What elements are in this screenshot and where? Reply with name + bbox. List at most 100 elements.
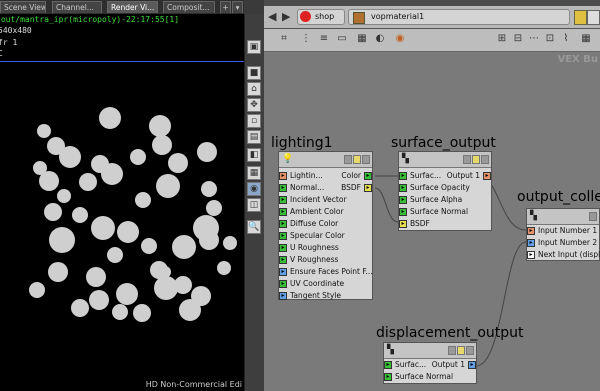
input-port[interactable]: ▸ Specular Color — [279, 230, 372, 242]
render-sphere — [201, 181, 217, 197]
port-connector[interactable]: ▸ — [527, 227, 535, 235]
eye-icon[interactable]: ◉ — [247, 182, 261, 196]
input-port[interactable]: ▸ U Roughness — [279, 242, 372, 254]
render-sphere — [174, 276, 192, 294]
template-flag-icon[interactable] — [472, 155, 480, 164]
render-sphere — [135, 192, 151, 208]
port-label: Color — [341, 171, 361, 180]
port-connector[interactable]: ▸ — [279, 220, 287, 228]
node-displacement-output[interactable]: ▚ ▸ Surfac... ▸ Surface Normal ▸ Output 1 — [383, 342, 477, 384]
render-toolbar: ▣ ■ ⌂ ✥ ▫ ▤ ◧ ▦ ◉ ◫ 🔍 — [244, 14, 264, 391]
tab-channel[interactable]: Channel... — [52, 1, 102, 13]
input-port[interactable]: ▸ Tangent Style — [279, 290, 372, 302]
bypass-flag-icon[interactable] — [589, 212, 597, 221]
render-resolution-label: 540x480 — [0, 26, 32, 35]
grid-icon[interactable]: ▦ — [247, 166, 261, 180]
input-port[interactable]: ▸ Incident Vector — [279, 194, 372, 206]
port-connector[interactable]: ▸ — [399, 184, 407, 192]
tab-render-view[interactable]: Render Vi... — [107, 1, 158, 13]
port-label: Surface Opacity — [410, 183, 470, 192]
node-header: ▚ — [384, 343, 476, 359]
port-connector[interactable]: ▸ — [384, 373, 392, 381]
output-port[interactable]: ▸ Output 1 — [399, 170, 491, 182]
template-flag-icon[interactable] — [353, 155, 361, 164]
snapshot-icon[interactable]: ▤ — [247, 130, 261, 144]
port-connector[interactable]: ▸ — [483, 172, 491, 180]
layers-icon[interactable]: ◫ — [247, 198, 261, 212]
input-port[interactable]: ▸ V Roughness — [279, 254, 372, 266]
zoom-icon[interactable]: 🔍 — [247, 220, 261, 234]
render-sphere — [59, 146, 81, 168]
render-sphere — [79, 173, 97, 191]
input-port[interactable]: ▸ Ensure Faces Point F... — [279, 266, 373, 278]
render-divider — [0, 61, 244, 62]
pane-tab-bar: Scene View Channel... Render Vi... Compo… — [0, 0, 244, 15]
port-connector[interactable]: ▸ — [279, 232, 287, 240]
render-sphere — [86, 267, 106, 287]
node-lighting[interactable]: 💡 ▸ Lightin... ▸ Normal... ▸ Incident Vector ▸… — [278, 151, 373, 300]
node-header: 💡 — [279, 152, 372, 168]
wire-displacement-to-collect — [475, 241, 527, 367]
port-connector[interactable]: ▸ — [468, 361, 476, 369]
render-channel-label: C — [0, 49, 3, 58]
pan-icon[interactable]: ✥ — [247, 98, 261, 112]
home-icon[interactable]: ⌂ — [247, 82, 261, 96]
tab-add-icon[interactable]: + — [220, 1, 231, 13]
input-port[interactable]: ▸ Surface Opacity — [399, 182, 491, 194]
output-port[interactable]: ▸ BSDF — [279, 182, 372, 194]
input-port[interactable]: ▸ Surface Normal — [384, 371, 476, 383]
input-port[interactable]: ▸ BSDF — [399, 218, 491, 230]
output-port[interactable]: ▸ Color — [279, 170, 372, 182]
debug-flag-icon[interactable] — [362, 155, 370, 164]
port-connector[interactable]: ▸ — [279, 196, 287, 204]
port-connector[interactable]: ▸ — [364, 172, 372, 180]
input-port[interactable]: ▸Next Input (displac — [527, 249, 600, 261]
port-connector[interactable]: ▸ — [279, 268, 287, 276]
tab-scene-view[interactable]: Scene View — [0, 1, 46, 13]
input-port[interactable]: ▸ Surface Normal — [399, 206, 491, 218]
render-sphere — [141, 238, 157, 254]
render-sphere — [197, 142, 217, 162]
input-port[interactable]: ▸ Ambient Color — [279, 206, 372, 218]
port-connector[interactable]: ▸ — [399, 196, 407, 204]
bypass-flag-icon[interactable] — [463, 155, 471, 164]
template-flag-icon[interactable] — [457, 346, 465, 355]
input-port[interactable]: ▸ Diffuse Color — [279, 218, 372, 230]
render-sphere — [37, 124, 51, 138]
render-sphere — [99, 107, 121, 129]
render-sphere — [44, 203, 62, 221]
node-output-collect[interactable]: ▚ ▸ Input Number 1 ▸ Input Number 2 ▸ Next In… — [526, 208, 600, 261]
debug-flag-icon[interactable] — [481, 155, 489, 164]
stop-icon[interactable]: ■ — [247, 66, 261, 80]
port-connector[interactable]: ▸ — [364, 184, 372, 192]
port-connector[interactable]: ▸ — [279, 256, 287, 264]
region-icon[interactable]: ▫ — [247, 114, 261, 128]
port-connector[interactable]: ▸ — [279, 292, 287, 300]
port-label: BSDF — [410, 219, 430, 228]
checker-icon: ▚ — [387, 345, 394, 355]
compare-icon[interactable]: ◧ — [247, 148, 261, 162]
port-connector[interactable]: ▸ — [399, 220, 407, 228]
bypass-flag-icon[interactable] — [448, 346, 456, 355]
node-title-surface-output: surface_output — [391, 135, 496, 151]
render-sphere — [152, 135, 172, 155]
port-label: UV Coordinate — [290, 279, 345, 288]
checker-icon: ▚ — [530, 211, 537, 221]
bypass-flag-icon[interactable] — [344, 155, 352, 164]
port-connector[interactable]: ▸ — [279, 244, 287, 252]
input-port[interactable]: ▸ UV Coordinate — [279, 278, 372, 290]
port-connector[interactable]: ▸ — [399, 208, 407, 216]
port-connector[interactable]: ▸ — [527, 251, 535, 259]
input-port[interactable]: ▸ Input Number 2 — [527, 237, 600, 249]
output-port[interactable]: ▸ Output 1 — [384, 359, 476, 371]
tab-compositor[interactable]: Composit... — [163, 1, 215, 13]
debug-flag-icon[interactable] — [466, 346, 474, 355]
pane-menu-icon[interactable]: ▾ — [232, 1, 243, 13]
port-connector[interactable]: ▸ — [527, 239, 535, 247]
port-connector[interactable]: ▸ — [279, 208, 287, 216]
port-connector[interactable]: ▸ — [279, 280, 287, 288]
input-port[interactable]: ▸ Surface Alpha — [399, 194, 491, 206]
input-port[interactable]: ▸ Input Number 1 — [527, 225, 600, 237]
node-surface-output[interactable]: ▚ ▸ Surfac... ▸ Surface Opacity ▸ Surface Alp… — [398, 151, 492, 231]
render-button-icon[interactable]: ▣ — [247, 40, 261, 54]
